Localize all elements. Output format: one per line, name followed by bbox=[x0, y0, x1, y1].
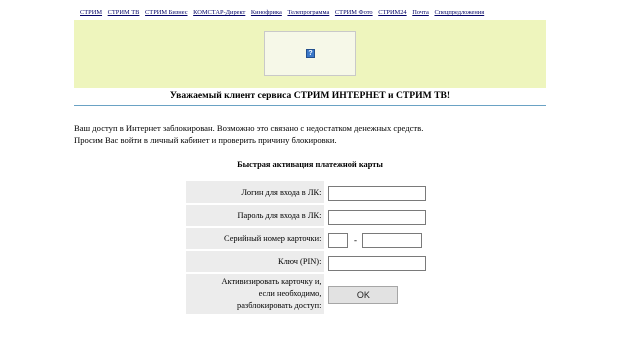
nav-link-komstar-direct[interactable]: КОМСТАР-Директ bbox=[193, 9, 245, 16]
nav-link-strim-tv[interactable]: СТРИМ ТВ bbox=[108, 9, 140, 16]
banner-area: ? bbox=[74, 20, 546, 88]
pin-input[interactable] bbox=[328, 255, 427, 271]
nav-link-special-offers[interactable]: Спецпредложения bbox=[434, 9, 484, 16]
pin-label: Ключ (PIN): bbox=[186, 250, 325, 274]
nav-link-kinofrika[interactable]: Кинофрика bbox=[251, 9, 282, 16]
nav-link-tv-program[interactable]: Телепрограмма bbox=[287, 9, 329, 16]
activate-label: Активизировать карточку и, если необходи… bbox=[186, 273, 325, 316]
message-line-1: Ваш доступ в Интернет заблокирован. Возм… bbox=[74, 123, 424, 133]
top-navigation: СТРИМ СТРИМ ТВ СТРИМ Бизнес КОМСТАР-Дире… bbox=[80, 9, 488, 16]
greeting-heading: Уважаемый клиент сервиса СТРИМ ИНТЕРНЕТ … bbox=[169, 90, 451, 101]
password-label: Пароль для входа в ЛК: bbox=[186, 204, 325, 228]
nav-link-strim24[interactable]: СТРИМ24 bbox=[378, 9, 406, 16]
activate-label-line-2: если необходимо, bbox=[258, 289, 322, 298]
ok-button[interactable]: OK bbox=[328, 285, 399, 304]
card-activation-form: Логин для входа в ЛК: Пароль для входа в… bbox=[186, 181, 436, 316]
nav-link-strim-business[interactable]: СТРИМ Бизнес bbox=[145, 9, 187, 16]
block-message: Ваш доступ в Интернет заблокирован. Возм… bbox=[74, 122, 423, 146]
broken-image-icon: ? bbox=[306, 49, 315, 58]
serial-separator: - bbox=[353, 234, 357, 245]
activate-label-line-1: Активизировать карточку и, bbox=[221, 277, 322, 286]
form-title: Быстрая активация платежной карты bbox=[237, 160, 383, 169]
serial-part1-input[interactable] bbox=[328, 232, 349, 248]
login-input[interactable] bbox=[328, 186, 427, 201]
activate-label-line-3: разблокировать доступ: bbox=[237, 301, 322, 310]
serial-part2-input[interactable] bbox=[362, 232, 423, 248]
banner-image-frame[interactable]: ? bbox=[264, 31, 356, 76]
nav-link-strim-photo[interactable]: СТРИМ Фото bbox=[335, 9, 373, 16]
nav-link-mail[interactable]: Почта bbox=[412, 9, 429, 16]
password-input[interactable] bbox=[328, 209, 427, 225]
nav-link-strim[interactable]: СТРИМ bbox=[80, 9, 102, 16]
serial-label: Серийный номер карточки: bbox=[186, 227, 325, 251]
message-line-2: Просим Вас войти в личный кабинет и пров… bbox=[74, 135, 337, 145]
divider bbox=[74, 105, 546, 106]
login-label: Логин для входа в ЛК: bbox=[186, 181, 325, 205]
